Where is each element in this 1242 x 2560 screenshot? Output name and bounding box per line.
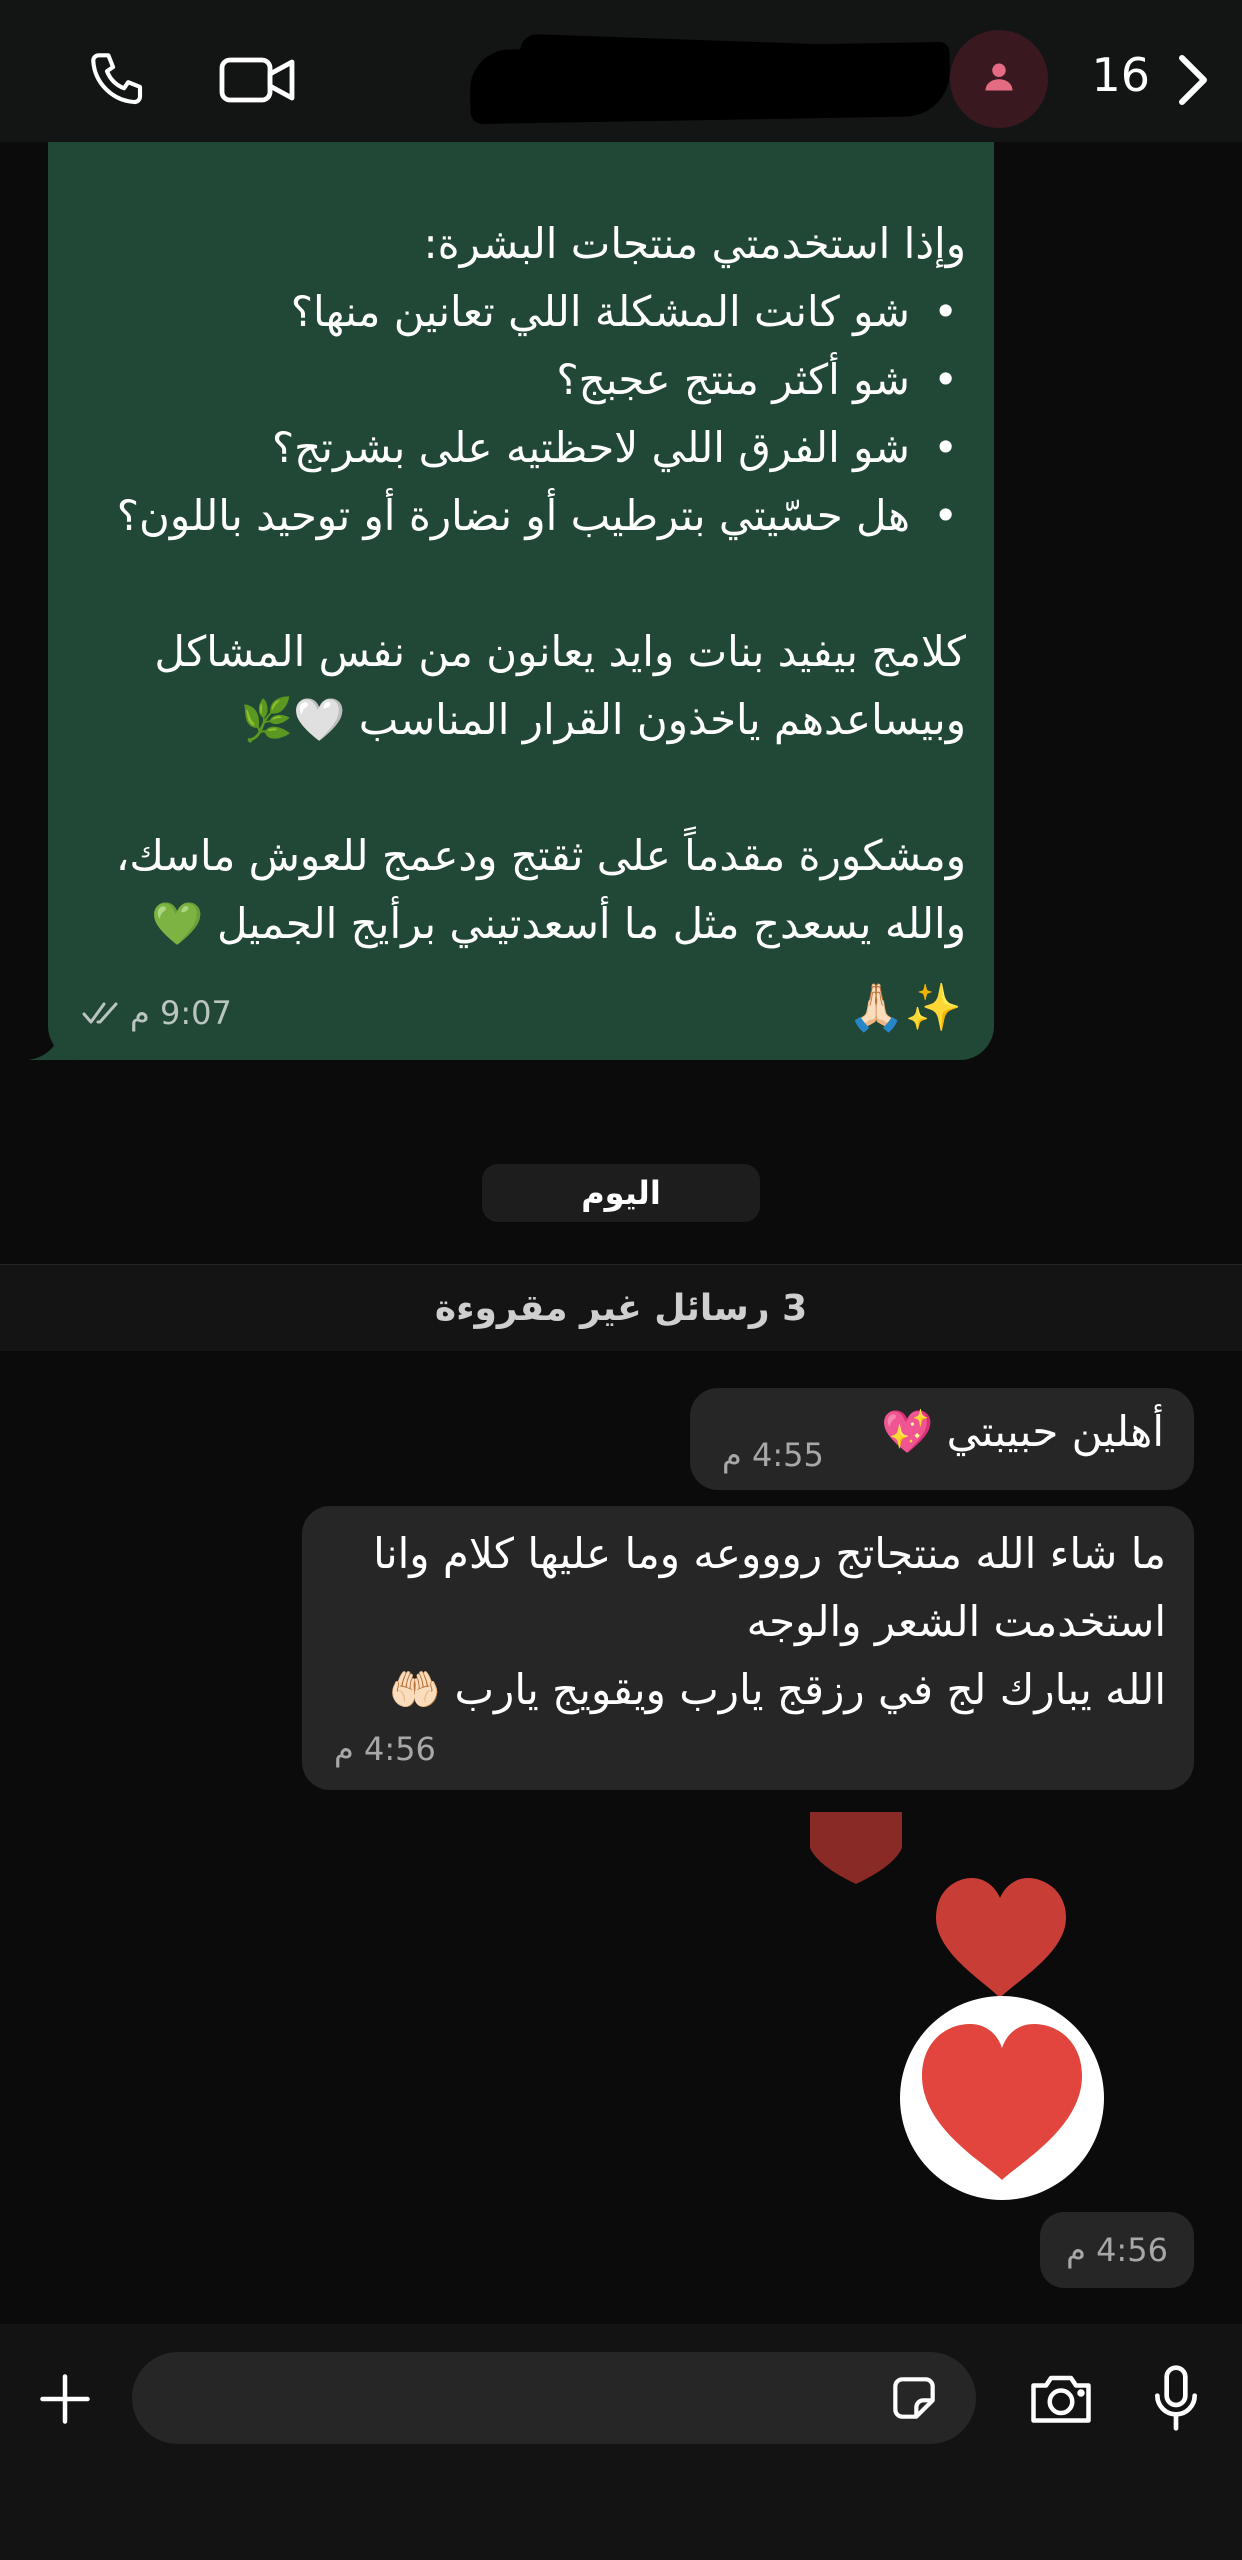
chevron-right-icon[interactable] xyxy=(1162,40,1222,120)
message-meta: 9:07 م 🙏🏻✨ xyxy=(82,980,962,1046)
message-time: 4:55 م xyxy=(722,1436,824,1474)
person-icon xyxy=(981,59,1017,99)
sticker-time: 4:56 م xyxy=(1040,2212,1194,2288)
list-item: شو كانت المشكلة اللي تعانين منها؟ xyxy=(84,278,966,346)
plus-icon[interactable] xyxy=(30,2364,100,2434)
double-check-icon xyxy=(82,1000,126,1030)
message-intro: وإذا استخدمتي منتجات البشرة: xyxy=(423,219,966,268)
message-emoji-line: 🙏🏻✨ xyxy=(847,980,962,1034)
chat-header: 16 xyxy=(0,0,1242,142)
message-bubble-incoming[interactable]: ما شاء الله منتجاتج روووعه وما عليها كلا… xyxy=(302,1506,1194,1790)
message-bubble-incoming[interactable]: أهلين حبيبتي 💖 4:55 م xyxy=(690,1388,1194,1490)
sticker-icon[interactable] xyxy=(882,2366,946,2430)
microphone-icon[interactable] xyxy=(1144,2358,1208,2438)
phone-icon[interactable] xyxy=(80,42,156,118)
heart-sticker[interactable] xyxy=(790,1808,1120,2208)
date-separator: اليوم xyxy=(482,1164,760,1222)
message-bullet-list: شو كانت المشكلة اللي تعانين منها؟ شو أكث… xyxy=(84,278,966,550)
heart-small-icon xyxy=(936,1878,1066,1998)
composer-bar xyxy=(0,2324,1242,2560)
camera-icon[interactable] xyxy=(1022,2360,1100,2436)
message-text: ما شاء الله منتجاتج روووعه وما عليها كلا… xyxy=(373,1529,1166,1714)
list-item: هل حسّيتي بترطيب أو نضارة أو توحيد باللو… xyxy=(84,482,966,550)
message-time: 4:56 م xyxy=(334,1730,436,1768)
message-time: 9:07 م xyxy=(130,994,232,1032)
message-paragraph: كلامج بيفيد بنات وايد يعانون من نفس المش… xyxy=(154,627,966,744)
message-input[interactable] xyxy=(132,2352,976,2444)
avatar[interactable] xyxy=(950,30,1048,128)
list-item: شو الفرق اللي لاحظتيه على بشرتج؟ xyxy=(84,414,966,482)
heart-partial-icon xyxy=(810,1812,902,1884)
list-item: شو أكثر منتج عجبج؟ xyxy=(84,346,966,414)
message-paragraph: ومشكورة مقدماً على ثقتج ودعمج للعوش ماسك… xyxy=(115,831,966,948)
message-bubble-outgoing[interactable]: وإذا استخدمتي منتجات البشرة: شو كانت الم… xyxy=(48,100,994,1060)
video-camera-icon[interactable] xyxy=(210,44,306,116)
back-unread-count[interactable]: 16 xyxy=(1091,48,1150,102)
unread-messages-banner: 3 رسائل غير مقروءة xyxy=(0,1264,1242,1351)
